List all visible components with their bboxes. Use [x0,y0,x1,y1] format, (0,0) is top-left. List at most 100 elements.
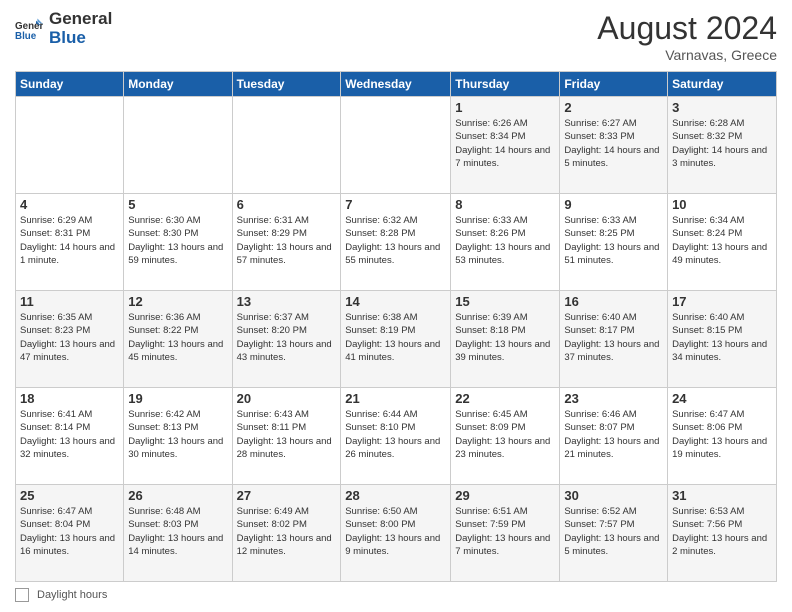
day-number: 2 [564,100,663,115]
header: General Blue General Blue August 2024 Va… [15,10,777,63]
month-year: August 2024 [597,10,777,47]
day-number: 23 [564,391,663,406]
day-info: Sunrise: 6:34 AM Sunset: 8:24 PM Dayligh… [672,214,772,267]
day-info: Sunrise: 6:51 AM Sunset: 7:59 PM Dayligh… [455,505,555,558]
calendar-cell: 5Sunrise: 6:30 AM Sunset: 8:30 PM Daylig… [124,194,232,291]
day-number: 9 [564,197,663,212]
calendar-cell: 28Sunrise: 6:50 AM Sunset: 8:00 PM Dayli… [341,485,451,582]
calendar-cell: 8 Sunrise: 6:33 AM Sunset: 8:26 PM Daylig… [451,194,560,291]
day-info: Sunrise: 6:38 AM Sunset: 8:19 PM Dayligh… [345,311,446,364]
logo-icon: General Blue [15,15,43,43]
day-number: 13 [237,294,337,309]
day-number: 14 [345,294,446,309]
day-info: Sunrise: 6:35 AM Sunset: 8:23 PM Dayligh… [20,311,119,364]
calendar-cell: 21Sunrise: 6:44 AM Sunset: 8:10 PM Dayli… [341,388,451,485]
logo: General Blue General Blue [15,10,112,47]
day-info: Sunrise: 6:53 AM Sunset: 7:56 PM Dayligh… [672,505,772,558]
calendar-cell: 17Sunrise: 6:40 AM Sunset: 8:15 PM Dayli… [668,291,777,388]
header-thursday: Thursday [451,72,560,97]
calendar-cell: 19Sunrise: 6:42 AM Sunset: 8:13 PM Dayli… [124,388,232,485]
calendar-week-3: 11 Sunrise: 6:35 AM Sunset: 8:23 PM Dayli… [16,291,777,388]
day-info: Sunrise: 6:39 AM Sunset: 8:18 PM Dayligh… [455,311,555,364]
calendar-cell: 13 Sunrise: 6:37 AM Sunset: 8:20 PM Dayli… [232,291,341,388]
calendar-cell: 12 Sunrise: 6:36 AM Sunset: 8:22 PM Dayli… [124,291,232,388]
day-info: Sunrise: 6:47 AM Sunset: 8:06 PM Dayligh… [672,408,772,461]
svg-text:Blue: Blue [15,30,37,41]
day-info: Sunrise: 6:32 AM Sunset: 8:28 PM Dayligh… [345,214,446,267]
day-info: Sunrise: 6:47 AM Sunset: 8:04 PM Dayligh… [20,505,119,558]
calendar-cell: 15Sunrise: 6:39 AM Sunset: 8:18 PM Dayli… [451,291,560,388]
calendar-cell: 11 Sunrise: 6:35 AM Sunset: 8:23 PM Dayli… [16,291,124,388]
calendar-cell [232,97,341,194]
day-number: 19 [128,391,227,406]
page: General Blue General Blue August 2024 Va… [0,0,792,612]
calendar-cell [341,97,451,194]
calendar-cell: 10 Sunrise: 6:34 AM Sunset: 8:24 PM Dayli… [668,194,777,291]
day-number: 24 [672,391,772,406]
day-number: 12 [128,294,227,309]
day-number: 25 [20,488,119,503]
calendar-cell: 26 Sunrise: 6:48 AM Sunset: 8:03 PM Dayli… [124,485,232,582]
calendar-week-5: 25 Sunrise: 6:47 AM Sunset: 8:04 PM Dayli… [16,485,777,582]
day-info: Sunrise: 6:50 AM Sunset: 8:00 PM Dayligh… [345,505,446,558]
day-number: 22 [455,391,555,406]
day-number: 3 [672,100,772,115]
header-friday: Friday [560,72,668,97]
logo-general: General [49,10,112,29]
calendar-cell: 3Sunrise: 6:28 AM Sunset: 8:32 PM Daylig… [668,97,777,194]
calendar-week-2: 4Sunrise: 6:29 AM Sunset: 8:31 PM Daylig… [16,194,777,291]
day-number: 10 [672,197,772,212]
calendar-cell: 24 Sunrise: 6:47 AM Sunset: 8:06 PM Dayli… [668,388,777,485]
calendar-cell: 27Sunrise: 6:49 AM Sunset: 8:02 PM Dayli… [232,485,341,582]
calendar-header-row: SundayMondayTuesdayWednesdayThursdayFrid… [16,72,777,97]
calendar-cell: 25 Sunrise: 6:47 AM Sunset: 8:04 PM Dayli… [16,485,124,582]
day-number: 8 [455,197,555,212]
day-number: 7 [345,197,446,212]
day-info: Sunrise: 6:52 AM Sunset: 7:57 PM Dayligh… [564,505,663,558]
day-info: Sunrise: 6:27 AM Sunset: 8:33 PM Dayligh… [564,117,663,170]
day-number: 17 [672,294,772,309]
calendar-cell: 18 Sunrise: 6:41 AM Sunset: 8:14 PM Dayli… [16,388,124,485]
calendar-cell: 20Sunrise: 6:43 AM Sunset: 8:11 PM Dayli… [232,388,341,485]
calendar-cell: 4Sunrise: 6:29 AM Sunset: 8:31 PM Daylig… [16,194,124,291]
calendar-cell: 16 Sunrise: 6:40 AM Sunset: 8:17 PM Dayli… [560,291,668,388]
calendar-cell: 31 Sunrise: 6:53 AM Sunset: 7:56 PM Dayli… [668,485,777,582]
day-number: 16 [564,294,663,309]
day-number: 1 [455,100,555,115]
day-number: 20 [237,391,337,406]
calendar-cell: 14 Sunrise: 6:38 AM Sunset: 8:19 PM Dayli… [341,291,451,388]
header-wednesday: Wednesday [341,72,451,97]
calendar-cell: 23Sunrise: 6:46 AM Sunset: 8:07 PM Dayli… [560,388,668,485]
calendar-cell: 2 Sunrise: 6:27 AM Sunset: 8:33 PM Daylig… [560,97,668,194]
day-number: 26 [128,488,227,503]
day-info: Sunrise: 6:44 AM Sunset: 8:10 PM Dayligh… [345,408,446,461]
day-info: Sunrise: 6:33 AM Sunset: 8:26 PM Dayligh… [455,214,555,267]
calendar-cell: 1Sunrise: 6:26 AM Sunset: 8:34 PM Daylig… [451,97,560,194]
day-info: Sunrise: 6:41 AM Sunset: 8:14 PM Dayligh… [20,408,119,461]
day-number: 29 [455,488,555,503]
calendar-cell [124,97,232,194]
calendar-cell: 9Sunrise: 6:33 AM Sunset: 8:25 PM Daylig… [560,194,668,291]
footer: Daylight hours [15,588,777,602]
day-info: Sunrise: 6:40 AM Sunset: 8:17 PM Dayligh… [564,311,663,364]
day-info: Sunrise: 6:36 AM Sunset: 8:22 PM Dayligh… [128,311,227,364]
day-number: 27 [237,488,337,503]
daylight-label: Daylight hours [37,589,107,601]
daylight-box [15,588,29,602]
day-info: Sunrise: 6:29 AM Sunset: 8:31 PM Dayligh… [20,214,119,267]
day-number: 11 [20,294,119,309]
day-info: Sunrise: 6:31 AM Sunset: 8:29 PM Dayligh… [237,214,337,267]
day-number: 18 [20,391,119,406]
calendar-cell: 22Sunrise: 6:45 AM Sunset: 8:09 PM Dayli… [451,388,560,485]
day-info: Sunrise: 6:48 AM Sunset: 8:03 PM Dayligh… [128,505,227,558]
location: Varnavas, Greece [597,47,777,63]
day-info: Sunrise: 6:37 AM Sunset: 8:20 PM Dayligh… [237,311,337,364]
title-block: August 2024 Varnavas, Greece [597,10,777,63]
day-number: 30 [564,488,663,503]
calendar-week-4: 18 Sunrise: 6:41 AM Sunset: 8:14 PM Dayli… [16,388,777,485]
day-number: 6 [237,197,337,212]
day-number: 31 [672,488,772,503]
calendar-cell: 7 Sunrise: 6:32 AM Sunset: 8:28 PM Daylig… [341,194,451,291]
day-info: Sunrise: 6:30 AM Sunset: 8:30 PM Dayligh… [128,214,227,267]
calendar-cell: 30 Sunrise: 6:52 AM Sunset: 7:57 PM Dayli… [560,485,668,582]
